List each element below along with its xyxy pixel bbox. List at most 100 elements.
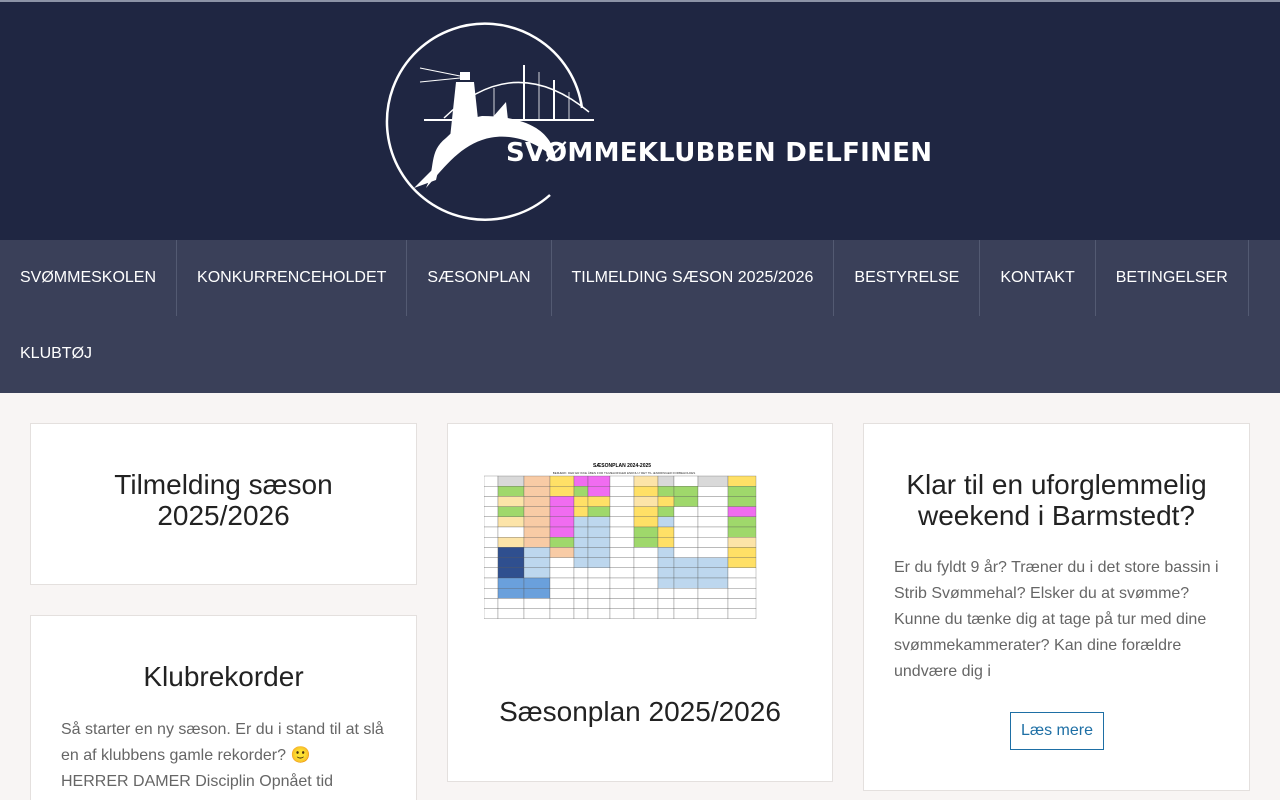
schedule-cell — [657, 516, 675, 528]
schedule-cell — [573, 547, 589, 558]
schedule-cell — [697, 598, 729, 609]
schedule-cell — [497, 608, 525, 619]
read-more-button[interactable]: Læs mere — [1010, 712, 1104, 750]
schedule-cell — [633, 496, 659, 507]
schedule-cell — [633, 588, 659, 599]
schedule-cell — [523, 608, 551, 619]
dolphin-lighthouse-emblem — [385, 22, 594, 221]
schedule-cell — [497, 577, 525, 589]
nav-item-svømmeskolen[interactable]: SVØMMESKOLEN — [0, 240, 178, 316]
card-registration-title[interactable]: Tilmelding sæson 2025/2026 — [31, 469, 416, 531]
schedule-cell — [697, 506, 729, 517]
schedule-cell — [609, 475, 635, 487]
schedule-cell — [657, 577, 675, 589]
schedule-cell — [657, 608, 675, 619]
nav-item-sæsonplan[interactable]: SÆSONPLAN — [407, 240, 552, 316]
schedule-cell — [523, 526, 551, 538]
schedule-cell — [727, 475, 757, 487]
card-records-excerpt-table: HERRER DAMER Disciplin Opnået tid — [61, 773, 334, 790]
schedule-cell — [573, 557, 589, 568]
schedule-cell — [523, 588, 551, 599]
schedule-cell — [573, 486, 589, 497]
schedule-cell — [609, 496, 635, 507]
schedule-cell — [727, 557, 757, 568]
schedule-cell — [657, 567, 675, 579]
schedule-cell — [633, 547, 659, 558]
schedule-cell — [673, 506, 699, 517]
schedule-cell — [523, 577, 551, 589]
schedule-cell — [609, 577, 635, 589]
schedule-cell — [497, 588, 525, 599]
schedule-cell — [633, 598, 659, 609]
schedule-cell — [587, 608, 611, 619]
site-header: SVØMMEKLUBBEN DELFINEN — [0, 2, 1280, 240]
schedule-cell — [587, 486, 611, 497]
schedule-cell — [657, 526, 675, 538]
schedule-cell — [727, 486, 757, 497]
schedule-cell — [587, 475, 611, 487]
schedule-cell — [609, 557, 635, 568]
schedule-cell — [657, 598, 675, 609]
schedule-cell — [549, 577, 575, 589]
schedule-cell — [657, 496, 675, 507]
nav-item-bestyrelse[interactable]: BESTYRELSE — [834, 240, 981, 316]
schedule-cell — [657, 557, 675, 568]
schedule-cell — [573, 537, 589, 548]
schedule-cell — [587, 496, 611, 507]
schedule-cell — [633, 577, 659, 589]
schedule-cell — [657, 547, 675, 558]
schedule-cell — [657, 475, 675, 487]
schedule-cell — [497, 526, 525, 538]
schedule-cell — [633, 608, 659, 619]
nav-item-betingelser[interactable]: BETINGELSER — [1096, 240, 1249, 316]
schedule-cell — [697, 496, 729, 507]
schedule-cell — [609, 537, 635, 548]
nav-item-kontakt[interactable]: KONTAKT — [980, 240, 1096, 316]
schedule-cell — [697, 537, 729, 548]
card-season-plan: SÆSONPLAN 2024-2025 BEMÆRK: DER ER IKKE … — [447, 423, 833, 782]
schedule-cell — [483, 496, 499, 507]
schedule-cell — [609, 567, 635, 579]
site-logo[interactable]: SVØMMEKLUBBEN DELFINEN — [384, 20, 932, 226]
schedule-cell — [697, 475, 729, 487]
schedule-cell — [727, 516, 757, 528]
schedule-cell — [549, 567, 575, 579]
schedule-cell — [673, 598, 699, 609]
schedule-cell — [483, 506, 499, 517]
schedule-cell — [673, 486, 699, 497]
schedule-cell — [573, 577, 589, 589]
card-season-plan-title[interactable]: Sæsonplan 2025/2026 — [448, 696, 832, 727]
schedule-cell — [483, 557, 499, 568]
card-barmstedt-excerpt: Er du fyldt 9 år? Træner du i det store … — [894, 559, 1219, 680]
schedule-cell — [673, 516, 699, 528]
nav-item-klubtøj[interactable]: KLUBTØJ — [0, 316, 112, 391]
card-barmstedt-title[interactable]: Klar til en uforglemmelig weekend i Barm… — [864, 469, 1249, 531]
schedule-cell — [673, 588, 699, 599]
schedule-cell — [673, 496, 699, 507]
schedule-cell — [483, 537, 499, 548]
nav-item-konkurrenceholdet[interactable]: KONKURRENCEHOLDET — [177, 240, 408, 316]
schedule-cell — [727, 537, 757, 548]
schedule-cell — [673, 567, 699, 579]
schedule-cell — [633, 526, 659, 538]
schedule-cell — [673, 475, 699, 487]
schedule-cell — [549, 516, 575, 528]
schedule-cell — [673, 526, 699, 538]
schedule-cell — [523, 557, 551, 568]
schedule-cell — [523, 496, 551, 507]
schedule-cell — [697, 588, 729, 599]
card-records-title[interactable]: Klubrekorder — [31, 661, 416, 692]
schedule-cell — [633, 475, 659, 487]
schedule-cell — [697, 608, 729, 619]
schedule-cell — [587, 557, 611, 568]
schedule-cell — [633, 537, 659, 548]
season-plan-thumbnail[interactable]: SÆSONPLAN 2024-2025 BEMÆRK: DER ER IKKE … — [483, 460, 796, 658]
schedule-cell — [549, 496, 575, 507]
schedule-cell — [727, 547, 757, 558]
nav-item-tilmelding-sæson-2025-2026[interactable]: TILMELDING SÆSON 2025/2026 — [552, 240, 835, 316]
schedule-cell — [573, 588, 589, 599]
schedule-subtitle: BEMÆRK: DER ER IKKE ÅBEN FOR TILMELDINGE… — [553, 470, 696, 475]
schedule-cell — [657, 588, 675, 599]
schedule-cell — [483, 567, 499, 579]
schedule-cell — [573, 516, 589, 528]
